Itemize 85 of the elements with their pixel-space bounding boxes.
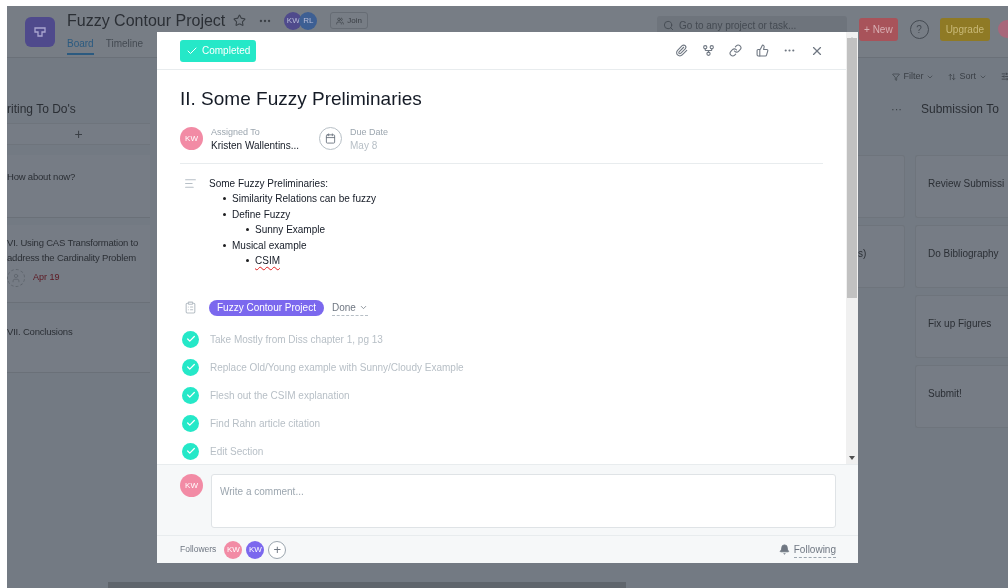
subtask-name[interactable]: Find Rahn article citation [210,415,321,431]
subtask-checkbox[interactable] [182,330,199,348]
completed-button[interactable]: Completed [180,39,257,62]
vertical-scrollbar[interactable] [846,32,858,464]
card-title: Do Bibliography [928,248,999,259]
card-title: VI. Using CAS Transformation to address the Cardinality Problem [7,236,140,265]
subtask-checkbox[interactable] [182,358,199,376]
follower-avatar[interactable]: KW [246,540,265,559]
column-title: Submission To [920,101,1000,118]
card-title: Review Submissi [928,178,1005,189]
user-avatar[interactable] [998,20,1008,38]
sliders-icon[interactable] [1001,72,1008,81]
description-text: Musical example [232,238,307,253]
assignee-avatar[interactable]: KW [180,127,203,150]
task-card[interactable] [858,155,905,218]
bullet-icon [246,228,249,232]
assignee-name[interactable]: Kristen Wallentins... [211,138,299,152]
people-icon [336,16,345,25]
star-icon[interactable] [233,14,247,27]
check-icon [185,390,196,400]
check-icon [185,334,196,344]
card-title: Submit! [928,388,962,399]
description-icon [184,176,197,190]
subtask-name[interactable]: Take Mostly from Diss chapter 1, pg 13 [210,331,383,347]
bell-icon [778,544,790,555]
task-card[interactable]: Submit! [915,365,1008,428]
following-button[interactable]: Following [778,541,836,558]
description-text: Similarity Relations can be fuzzy [232,192,376,206]
subtask-name[interactable]: Edit Section [210,443,264,459]
description-text: Sunny Example [255,223,326,237]
sort-icon [948,72,957,81]
task-card[interactable]: Review Submissi [915,155,1008,218]
project-tag[interactable]: Fuzzy Contour Project [209,299,324,316]
new-button[interactable]: + New [859,17,898,41]
field-label: Due Date [350,125,389,139]
subtask-name[interactable]: Replace Old/Young example with Sunny/Cloudy Example [210,359,464,375]
follower-avatar[interactable]: KW [224,540,243,559]
bullet-icon [223,243,226,247]
subtask-checkbox[interactable] [182,386,199,404]
task-title[interactable]: II. Some Fuzzy Preliminaries [180,85,823,114]
thumbs-up-icon[interactable] [756,44,769,57]
field-label: Assigned To [211,125,261,139]
commenter-avatar: KW [180,474,203,497]
card-title: s) [858,248,867,259]
search-icon [663,20,674,31]
task-card[interactable]: Do Bibliography [915,225,1008,288]
project-title: Fuzzy Contour Project [67,10,226,31]
project-tab[interactable]: Board [67,35,94,55]
add-follower-button[interactable]: + [268,540,287,559]
bullet-icon [246,259,249,263]
description-text: Define Fuzzy [232,207,291,222]
subtask-name[interactable]: Flesh out the CSIM explanation [210,387,350,403]
description-text: Some Fuzzy Preliminaries: [209,176,329,191]
card-title: How about now? [7,170,76,184]
task-card[interactable]: Fix up Figures [915,295,1008,358]
person-icon [11,273,21,283]
description-text: CSIM [255,254,280,268]
check-icon [185,418,196,428]
check-icon [185,362,196,372]
column-menu[interactable]: ··· [891,100,902,118]
bullet-icon [223,197,226,201]
sort-button[interactable]: Sort [948,69,987,84]
member-avatar[interactable]: RL [299,11,318,30]
board-icon [34,26,46,37]
paperclip-icon[interactable] [675,44,688,57]
filter-icon [892,72,901,81]
due-date[interactable]: May 8 [350,138,389,152]
column-title: riting To Do's [7,101,77,118]
subtask-checkbox[interactable] [182,414,199,432]
comment-field[interactable]: Write a comment... [211,474,836,528]
subtask-checkbox[interactable] [182,442,199,460]
card-title: Fix up Figures [928,318,992,329]
branch-icon[interactable] [702,44,715,57]
task-card[interactable]: s) [858,225,905,288]
section-dropdown[interactable]: Done [331,299,368,316]
bullet-icon [223,212,226,216]
due-date: Apr 19 [33,271,60,285]
link-icon[interactable] [729,44,742,57]
member-avatar[interactable]: KW [284,11,303,30]
upgrade-button[interactable]: Upgrade [939,17,990,41]
card-title: VII. Conclusions [7,325,74,339]
check-icon [185,446,196,456]
clipboard-icon [184,301,197,314]
add-card-button[interactable]: + [7,123,150,145]
followers-label: Followers [180,543,217,556]
